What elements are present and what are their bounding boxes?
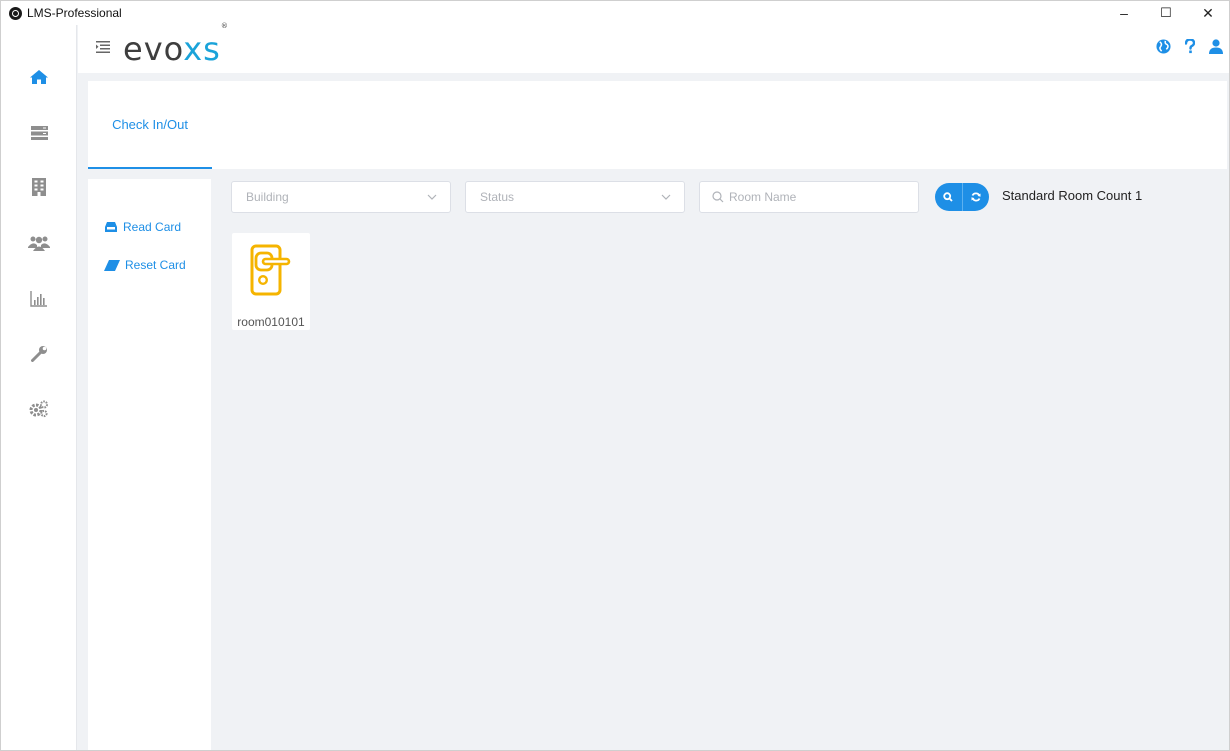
brand-logo: evoxs® (123, 22, 229, 68)
refresh-icon (971, 192, 981, 202)
user-icon[interactable] (1209, 39, 1223, 54)
bar-chart-icon (30, 291, 47, 307)
close-button[interactable]: ✕ (1187, 1, 1229, 25)
status-select-placeholder: Status (480, 190, 515, 204)
building-select[interactable]: Building (231, 181, 451, 213)
app-window: LMS-Professional – ☐ ✕ evoxs® Check In/O… (0, 0, 1230, 751)
menu-toggle-icon[interactable] (96, 40, 110, 54)
home-icon (30, 70, 48, 84)
app-logo-icon (9, 6, 22, 20)
room-name-input[interactable] (729, 190, 909, 204)
header-icons (1156, 39, 1223, 54)
building-icon (32, 178, 46, 196)
eraser-icon (104, 259, 120, 271)
brand-main-text: evo (123, 30, 184, 68)
brand-accent-text: xs (183, 30, 221, 68)
door-lock-icon (250, 244, 291, 296)
rail-item-reports[interactable] (1, 277, 77, 321)
rail-item-home[interactable] (1, 55, 77, 99)
app-header: evoxs® (78, 22, 1229, 73)
search-icon (943, 192, 953, 202)
tabs-bar: Check In/Out (88, 81, 1227, 169)
server-icon (30, 126, 48, 140)
window-title: LMS-Professional (27, 6, 122, 20)
rail-item-server[interactable] (1, 111, 77, 155)
card-reader-icon (105, 222, 117, 232)
reset-card-label: Reset Card (125, 258, 186, 272)
title-bar: LMS-Professional – ☐ ✕ (1, 1, 1229, 25)
search-button[interactable] (935, 183, 962, 211)
search-refresh-group (935, 183, 989, 211)
search-icon (712, 191, 724, 203)
status-select[interactable]: Status (465, 181, 685, 213)
refresh-button[interactable] (961, 183, 990, 211)
rail-item-settings[interactable] (1, 387, 77, 431)
building-select-placeholder: Building (246, 190, 289, 204)
room-card[interactable]: room010101 (232, 233, 310, 330)
help-icon[interactable] (1185, 39, 1195, 54)
rail-item-tools[interactable] (1, 331, 77, 375)
maximize-button[interactable]: ☐ (1145, 1, 1187, 25)
reset-card-button[interactable]: Reset Card (104, 256, 186, 274)
read-card-label: Read Card (123, 220, 182, 234)
minimize-button[interactable]: – (1103, 1, 1145, 25)
action-panel: Read Card Reset Card (88, 179, 211, 750)
globe-icon[interactable] (1156, 39, 1171, 54)
chevron-down-icon (427, 194, 437, 200)
wrench-icon (30, 345, 47, 362)
read-card-button[interactable]: Read Card (104, 218, 181, 236)
tab-check-in-out[interactable]: Check In/Out (88, 81, 212, 169)
rail-item-users[interactable] (1, 221, 77, 265)
rail-item-building[interactable] (1, 165, 77, 209)
room-name-search (699, 181, 919, 213)
room-name-label: room010101 (237, 315, 305, 329)
chevron-down-icon (661, 194, 671, 200)
window-controls: – ☐ ✕ (1103, 1, 1229, 25)
gears-icon (29, 400, 48, 418)
room-count-label: Standard Room Count 1 (1002, 188, 1143, 203)
nav-rail (1, 25, 77, 750)
brand-registered-mark: ® (220, 22, 229, 31)
users-icon (28, 236, 50, 251)
